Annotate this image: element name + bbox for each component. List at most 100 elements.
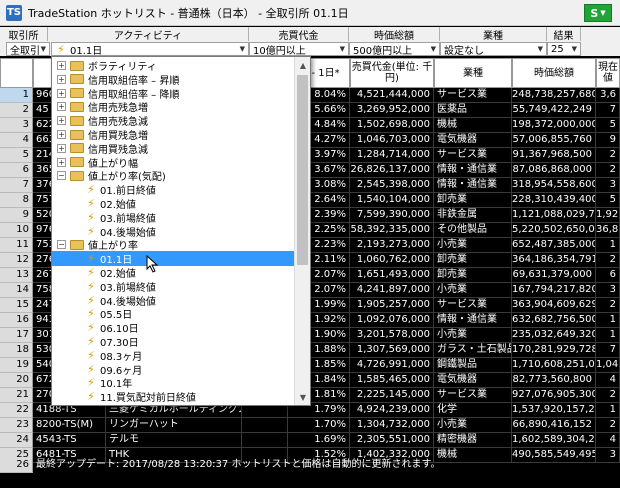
folder-icon xyxy=(70,239,84,250)
tree-leaf-item[interactable]: ⚡ 01.1日 xyxy=(52,251,295,267)
activity-dropdown[interactable]: + ボラティリティ + 信用取組倍率 – 昇順 + 信用取組倍率 – 降順 + 信用売残急増 +… xyxy=(51,56,311,406)
row-number: 7 xyxy=(0,178,33,193)
cell-trading-value: 2,193,273,000 xyxy=(350,238,434,253)
tree-item-label: 信用取組倍率 – 降順 xyxy=(88,89,180,101)
industry-select-value: 設定なし xyxy=(444,45,484,56)
cell-industry: その他製品 xyxy=(434,223,512,238)
dropdown-scrollbar[interactable]: ▲ ▼ xyxy=(294,57,310,405)
tree-leaf-item[interactable]: ⚡ 05.5日 xyxy=(52,306,295,321)
expand-icon[interactable]: + xyxy=(57,74,66,84)
tree-item-label: 04.後場始値 xyxy=(100,227,156,239)
cell-price: 36,850 xyxy=(596,223,620,238)
expand-icon[interactable]: + xyxy=(57,88,66,98)
tree-item-label: 03.前場終値 xyxy=(100,213,156,225)
results-select[interactable]: 25 ▼ xyxy=(547,42,581,56)
tree-folder-item[interactable]: + 信用売残急増 xyxy=(52,99,295,114)
tree-leaf-item[interactable]: ⚡ 11.買気配対前日終値 xyxy=(52,389,295,404)
column-header-price[interactable]: 現在値 xyxy=(596,58,620,88)
expand-icon[interactable]: + xyxy=(57,130,66,139)
tree-leaf-item[interactable]: ⚡ 02.始値 xyxy=(52,196,295,211)
chevron-down-icon: ▼ xyxy=(600,9,606,17)
column-header-industry[interactable]: 業種 xyxy=(434,58,512,88)
tree-leaf-item[interactable]: ⚡ 06.10日 xyxy=(52,320,295,335)
tree-item-label: 03.前場終値 xyxy=(100,282,156,294)
cell-market-cap: 1,710,608,251,04 xyxy=(512,358,596,373)
lightning-icon: ⚡ xyxy=(87,279,95,293)
activity-select[interactable]: ⚡ 01.1日 ▼ xyxy=(51,42,249,56)
column-header-rownum[interactable] xyxy=(0,58,33,88)
column-header-market-cap[interactable]: 時価総額 xyxy=(512,58,596,88)
tree-leaf-item[interactable]: ⚡ 03.前場終値 xyxy=(52,279,295,294)
tree-leaf-item[interactable]: ⚡ 09.6ヶ月 xyxy=(52,362,295,377)
cell-industry: 小売業 xyxy=(434,238,512,253)
tree-folder-item[interactable]: + 信用買残急減 xyxy=(52,141,295,156)
trading-value-select[interactable]: 10億円以上 ▼ xyxy=(249,42,349,56)
tree-item-label: 07.30日 xyxy=(100,338,139,349)
cell-symbol: 4543-TS xyxy=(33,433,106,448)
cell-industry: 卸売業 xyxy=(434,193,512,208)
cell-market-cap: 318,954,558,600 xyxy=(512,178,596,193)
scroll-up-icon[interactable]: ▲ xyxy=(295,57,310,73)
tree-leaf-item[interactable]: ⚡ 07.30日 xyxy=(52,334,295,349)
row-number: 12 xyxy=(0,253,33,268)
trading-value-select-value: 10億円以上 xyxy=(253,45,306,56)
cell-industry: 卸売業 xyxy=(434,253,512,268)
market-cap-select[interactable]: 500億円以上 ▼ xyxy=(349,42,440,56)
expand-icon[interactable]: + xyxy=(57,116,66,126)
tree-folder-item[interactable]: + 値上がり幅 xyxy=(52,155,295,170)
expand-icon[interactable]: + xyxy=(57,102,66,112)
column-header-trading-value[interactable]: 売買代金(単位: 千円) xyxy=(350,58,434,88)
tree-leaf-item[interactable]: ⚡ 08.3ヶ月 xyxy=(52,348,295,363)
industry-select[interactable]: 設定なし ▼ xyxy=(440,42,547,56)
cell-pct-change: 1.69% xyxy=(288,433,350,448)
cell-price: 7 xyxy=(596,343,620,358)
s-button-label: S xyxy=(590,6,599,20)
collapse-icon[interactable]: − xyxy=(57,240,66,250)
tree-folder-item[interactable]: + 信用取組倍率 – 昇順 xyxy=(52,72,295,87)
cell-price: 2 xyxy=(596,148,620,163)
tree-item-label: 10.1年 xyxy=(100,379,133,391)
cell-industry: 情報・通信業 xyxy=(434,178,512,193)
tree-item-label: 11.買気配対前日終値 xyxy=(100,393,196,405)
row-number: 10 xyxy=(0,223,33,238)
cell-price: 4 xyxy=(596,433,620,448)
tree-leaf-item[interactable]: ⚡ 04.後場始値 xyxy=(52,224,295,239)
cell-price: 4 xyxy=(596,373,620,388)
tree-folder-item[interactable]: − 値上がり率(気配) xyxy=(52,168,295,183)
tree-leaf-item[interactable]: ⚡ 01.前日終値 xyxy=(52,182,295,197)
tree-folder-item[interactable]: + 信用取組倍率 – 降順 xyxy=(52,86,295,101)
expand-icon[interactable]: + xyxy=(57,157,66,167)
table-row[interactable]: 24 4543-TS テルモ 1.69% 2,305,551,000 精密機器 1,602,… xyxy=(0,433,620,448)
expand-icon[interactable]: + xyxy=(57,61,66,70)
tree-folder-item[interactable]: + ボラティリティ xyxy=(52,58,295,73)
lightning-icon: ⚡ xyxy=(87,390,95,404)
cell-trading-value: 1,284,714,000 xyxy=(350,148,434,163)
cell-price: 1 xyxy=(596,313,620,328)
tree-leaf-item[interactable]: ⚡ 03.前場終値 xyxy=(52,210,295,225)
cell-price: 5 xyxy=(596,118,620,133)
tree-folder-item[interactable]: + 信用売残急減 xyxy=(52,113,295,128)
row-number: 26 xyxy=(0,458,33,473)
exchange-select[interactable]: 全取引 ▼ xyxy=(6,42,50,56)
tree-folder-item[interactable]: + 信用買残急増 xyxy=(52,127,295,142)
activity-select-value: 01.1日 xyxy=(70,45,103,56)
table-row[interactable]: 23 8200-TS(M) リンガーハット 1.70% 1,304,732,000 小売業… xyxy=(0,418,620,433)
cell-price: 2 xyxy=(596,253,620,268)
tree-folder-item[interactable]: − 値上がり率 xyxy=(52,237,295,252)
cell-trading-value: 1,540,104,000 xyxy=(350,193,434,208)
cell-market-cap: 927,076,905,300 xyxy=(512,388,596,403)
cell-market-cap: 69,631,379,000 xyxy=(512,268,596,283)
cell-market-cap: 66,890,416,152 xyxy=(512,418,596,433)
tree-leaf-item[interactable]: ⚡ 10.1年 xyxy=(52,375,295,390)
tree-leaf-item[interactable]: ⚡ 04.後場始値 xyxy=(52,293,295,308)
s-menu-button[interactable]: S ▼ xyxy=(584,4,612,22)
tree-item-label: 06.10日 xyxy=(100,324,139,336)
tree-item-label: 09.6ヶ月 xyxy=(100,365,143,377)
row-number: 24 xyxy=(0,433,33,448)
cell-price: 3 xyxy=(596,283,620,298)
tree-leaf-item[interactable]: ⚡ 02.始値 xyxy=(52,265,295,280)
collapse-icon[interactable]: − xyxy=(57,171,66,181)
scroll-down-icon[interactable]: ▼ xyxy=(295,389,310,405)
scrollbar-thumb[interactable] xyxy=(297,75,308,265)
expand-icon[interactable]: + xyxy=(57,143,66,153)
